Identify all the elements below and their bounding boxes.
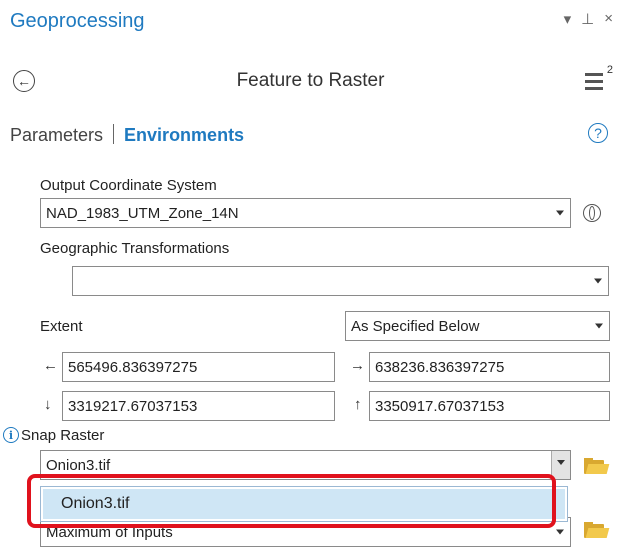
extent-bottom-input[interactable]: 3319217.67037153 bbox=[62, 391, 335, 421]
pane-window-controls: ▾ ⊥ × bbox=[564, 10, 613, 28]
geographic-transformations-label: Geographic Transformations bbox=[40, 240, 230, 257]
back-arrow-icon[interactable]: ← bbox=[13, 70, 35, 92]
chevron-down-icon bbox=[594, 278, 602, 284]
extent-label: Extent bbox=[40, 318, 83, 335]
help-icon[interactable]: ? bbox=[588, 123, 608, 143]
chevron-down-icon bbox=[595, 323, 603, 329]
close-icon[interactable]: × bbox=[604, 10, 613, 28]
extent-bottom-arrow-icon: ↓ bbox=[44, 396, 52, 413]
output-coordinate-system-value: NAD_1983_UTM_Zone_14N bbox=[46, 204, 239, 222]
extent-left-input[interactable]: 565496.836397275 bbox=[62, 352, 335, 382]
tab-parameters[interactable]: Parameters bbox=[10, 125, 103, 145]
extent-right-input[interactable]: 638236.836397275 bbox=[369, 352, 610, 382]
snap-raster-value: Onion3.tif bbox=[46, 456, 111, 474]
extent-top-arrow-icon: ↑ bbox=[354, 396, 362, 413]
pin-icon[interactable]: ⊥ bbox=[581, 10, 594, 28]
tool-title: Feature to Raster bbox=[236, 70, 385, 91]
chevron-down-icon bbox=[556, 529, 564, 535]
globe-icon[interactable] bbox=[583, 204, 601, 222]
extent-right-arrow-icon: → bbox=[350, 357, 365, 374]
tab-bar: Parameters Environments bbox=[10, 124, 244, 146]
dropdown-button[interactable] bbox=[551, 451, 570, 479]
menu-badge: 2 bbox=[606, 64, 613, 76]
extent-right-value: 638236.836397275 bbox=[375, 358, 505, 376]
extent-mode-dropdown[interactable]: As Specified Below bbox=[345, 311, 610, 341]
extent-mode-value: As Specified Below bbox=[351, 317, 480, 335]
pane-title: Geoprocessing bbox=[10, 10, 145, 32]
annotation-highlight-box bbox=[27, 474, 556, 528]
output-coordinate-system-dropdown[interactable]: NAD_1983_UTM_Zone_14N bbox=[40, 198, 571, 228]
extent-left-arrow-icon: ← bbox=[43, 357, 58, 374]
info-icon[interactable]: i bbox=[3, 427, 19, 443]
folder-icon[interactable] bbox=[584, 522, 610, 538]
extent-bottom-value: 3319217.67037153 bbox=[68, 397, 198, 415]
chevron-down-icon bbox=[556, 210, 564, 216]
pane-options-icon[interactable]: ▾ bbox=[564, 10, 572, 28]
extent-top-value: 3350917.67037153 bbox=[375, 397, 505, 415]
tab-divider bbox=[113, 124, 115, 144]
extent-top-input[interactable]: 3350917.67037153 bbox=[369, 391, 610, 421]
snap-raster-label: Snap Raster bbox=[21, 427, 105, 444]
output-coordinate-system-label: Output Coordinate System bbox=[40, 177, 217, 194]
hamburger-menu-icon[interactable]: 2 bbox=[585, 64, 613, 91]
extent-left-value: 565496.836397275 bbox=[68, 358, 198, 376]
folder-icon[interactable] bbox=[584, 458, 610, 474]
tab-environments[interactable]: Environments bbox=[124, 125, 244, 145]
geographic-transformations-dropdown[interactable] bbox=[72, 266, 609, 296]
